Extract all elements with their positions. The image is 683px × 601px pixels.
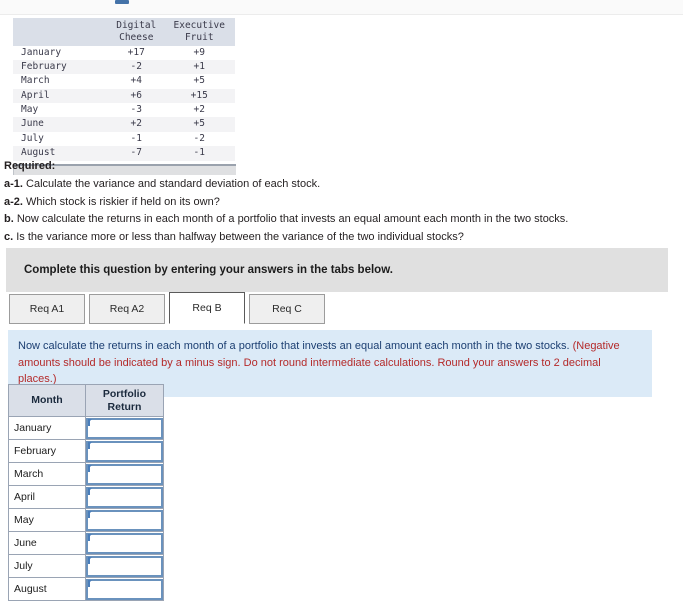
tab-req-c[interactable]: Req C (249, 294, 325, 324)
tab-req-b[interactable]: Req B (169, 292, 245, 324)
column-header-executive-fruit: Executive Fruit (165, 18, 235, 46)
cell-digital-cheese: +17 (127, 46, 145, 58)
stock-returns-table-body: January +17 +9 February -2 +1 March +4 +… (13, 46, 235, 161)
answer-input-cell[interactable] (84, 439, 165, 464)
table-row: April +6 +15 (13, 88, 235, 104)
complete-question-banner: Complete this question by entering your … (6, 248, 668, 292)
required-item-b-text: Now calculate the returns in each month … (13, 213, 569, 226)
cell-executive-fruit: +9 (193, 46, 205, 58)
cell-executive-fruit: +1 (165, 60, 235, 75)
portfolio-return-input-april[interactable] (85, 486, 163, 508)
answer-header-row: Month Portfolio Return (8, 383, 165, 418)
table-row: January +17 +9 (13, 46, 235, 60)
cell-month: January (21, 46, 62, 58)
required-item-b-label: b. (4, 213, 14, 226)
required-heading: Required: (4, 160, 56, 172)
required-item-c-label: c. (4, 231, 14, 244)
required-item-a1-text: Calculate the variance and standard devi… (22, 177, 321, 190)
required-item-a2: a-2. Which stock is riskier if held on i… (4, 194, 664, 212)
tab-req-a1[interactable]: Req A1 (9, 294, 85, 324)
table-row: February -2 +1 (13, 60, 235, 75)
cell-executive-fruit: +5 (193, 75, 205, 87)
cell-digital-cheese: +2 (109, 117, 166, 132)
required-item-b: b. Now calculate the returns in each mon… (4, 211, 664, 229)
answer-column-header-month: Month (8, 383, 86, 418)
cell-month: May (21, 104, 39, 116)
answer-input-cell[interactable] (84, 554, 165, 579)
required-item-a1: a-1. Calculate the variance and standard… (4, 176, 664, 194)
cell-month: April (13, 88, 109, 104)
answer-row-label: August (8, 577, 86, 601)
answer-input-cell[interactable] (84, 416, 165, 441)
answer-row-label: March (8, 462, 86, 487)
answer-row-label: February (8, 439, 86, 464)
answer-row-label: May (8, 508, 86, 533)
table-row: January (8, 416, 165, 441)
cut-off-ui-fragment (115, 0, 129, 4)
cell-digital-cheese: -2 (109, 60, 166, 75)
table-row: February (8, 439, 165, 464)
answer-input-cell[interactable] (84, 531, 165, 556)
column-header-corner (13, 18, 109, 46)
answer-input-cell[interactable] (84, 485, 165, 510)
cell-digital-cheese: -1 (130, 132, 142, 144)
required-item-a2-text: Which stock is riskier if held on its ow… (22, 195, 220, 208)
cell-month: March (21, 75, 50, 87)
answer-row-label: June (8, 531, 86, 556)
required-item-a2-label: a-2. (4, 195, 23, 208)
stock-returns-table-head: Digital Cheese Executive Fruit (13, 18, 235, 46)
page-top-divider (0, 0, 683, 15)
required-section: Required: a-1. Calculate the variance an… (4, 158, 664, 247)
tab-req-a2[interactable]: Req A2 (89, 294, 165, 324)
cell-month: February (13, 60, 109, 75)
answer-input-cell[interactable] (84, 508, 165, 533)
portfolio-return-input-june[interactable] (85, 532, 163, 554)
table-row: August (8, 577, 165, 601)
answer-row-label: July (8, 554, 86, 579)
portfolio-return-answer-table: Month Portfolio Return January February (8, 383, 165, 601)
cell-executive-fruit: +2 (193, 104, 205, 116)
answer-row-label: April (8, 485, 86, 510)
portfolio-return-answer-table-container: Month Portfolio Return January February (8, 383, 165, 601)
required-item-c: c. Is the variance more or less than hal… (4, 229, 664, 247)
stock-returns-table-container: Digital Cheese Executive Fruit January +… (13, 18, 236, 175)
answer-table-head: Month Portfolio Return (8, 383, 165, 418)
cell-digital-cheese: +4 (130, 75, 142, 87)
portfolio-return-input-august[interactable] (85, 578, 163, 600)
cell-month: June (13, 117, 109, 132)
table-row: March (8, 462, 165, 487)
table-row: June (8, 531, 165, 556)
cell-month: July (21, 132, 44, 144)
table-row: July (8, 554, 165, 579)
table-row: May (8, 508, 165, 533)
cell-executive-fruit: -2 (193, 132, 205, 144)
answer-row-label: January (8, 416, 86, 441)
portfolio-return-input-july[interactable] (85, 555, 163, 577)
cell-executive-fruit: +5 (165, 117, 235, 132)
answer-column-header-portfolio-return: Portfolio Return (84, 383, 165, 418)
cell-digital-cheese: -3 (130, 104, 142, 116)
answer-table-body: January February March April May June Ju… (8, 416, 165, 601)
table-row: April (8, 485, 165, 510)
stock-returns-table: Digital Cheese Executive Fruit January +… (13, 18, 235, 161)
table-row: July -1 -2 (13, 132, 235, 146)
table-row: June +2 +5 (13, 117, 235, 132)
requirement-tabs: Req A1 Req A2 Req B Req C (9, 292, 329, 324)
answer-input-cell[interactable] (84, 577, 165, 601)
portfolio-return-input-february[interactable] (85, 440, 163, 462)
column-header-digital-cheese: Digital Cheese (109, 18, 166, 46)
answer-input-cell[interactable] (84, 462, 165, 487)
required-item-c-text: Is the variance more or less than halfwa… (13, 231, 464, 244)
instruction-plain-text: Now calculate the returns in each month … (18, 340, 573, 352)
table-header-row: Digital Cheese Executive Fruit (13, 18, 235, 46)
portfolio-return-input-may[interactable] (85, 509, 163, 531)
table-row: March +4 +5 (13, 74, 235, 88)
table-row: May -3 +2 (13, 103, 235, 117)
required-item-a1-label: a-1. (4, 177, 23, 190)
portfolio-return-input-march[interactable] (85, 463, 163, 485)
complete-question-text: Complete this question by entering your … (24, 264, 393, 276)
cell-executive-fruit: +15 (165, 88, 235, 104)
cell-digital-cheese: +6 (109, 88, 166, 104)
portfolio-return-input-january[interactable] (85, 417, 163, 439)
